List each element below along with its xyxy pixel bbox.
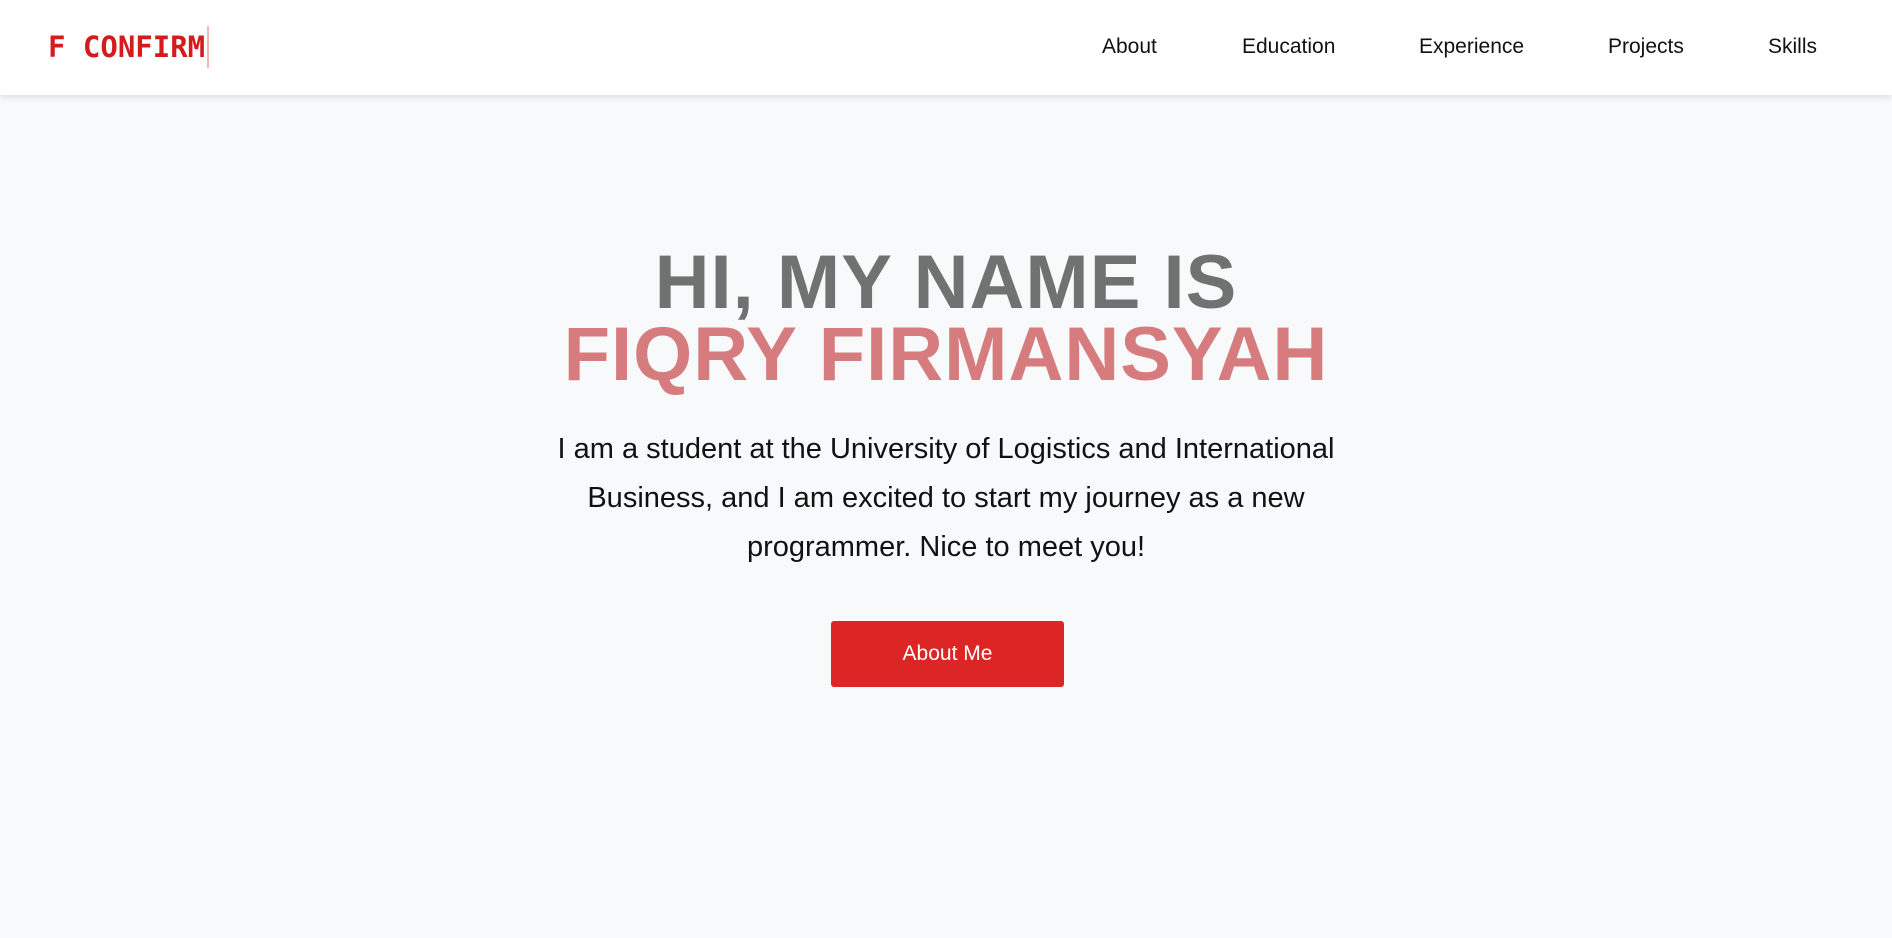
about-me-button[interactable]: About Me (831, 621, 1064, 687)
nav-link-skills[interactable]: Skills (1768, 35, 1817, 59)
logo-text: F CONFIRM (48, 30, 206, 64)
navbar: F CONFIRM About Education Experience Pro… (0, 0, 1892, 95)
typing-cursor (207, 26, 210, 68)
nav-link-about[interactable]: About (1102, 35, 1157, 59)
hero-intro: I am a student at the University of Logi… (557, 433, 1335, 563)
nav-link-education[interactable]: Education (1242, 35, 1335, 59)
hero-greeting: HI, MY NAME IS (654, 240, 1238, 325)
site-logo[interactable]: F CONFIRM (48, 26, 210, 68)
nav-link-projects[interactable]: Projects (1608, 35, 1684, 59)
hero-section: HI, MY NAME IS FIQRY FIRMANSYAH I am a s… (0, 95, 1892, 938)
nav-link-experience[interactable]: Experience (1419, 35, 1524, 59)
hero-name: FIQRY FIRMANSYAH (563, 312, 1329, 397)
